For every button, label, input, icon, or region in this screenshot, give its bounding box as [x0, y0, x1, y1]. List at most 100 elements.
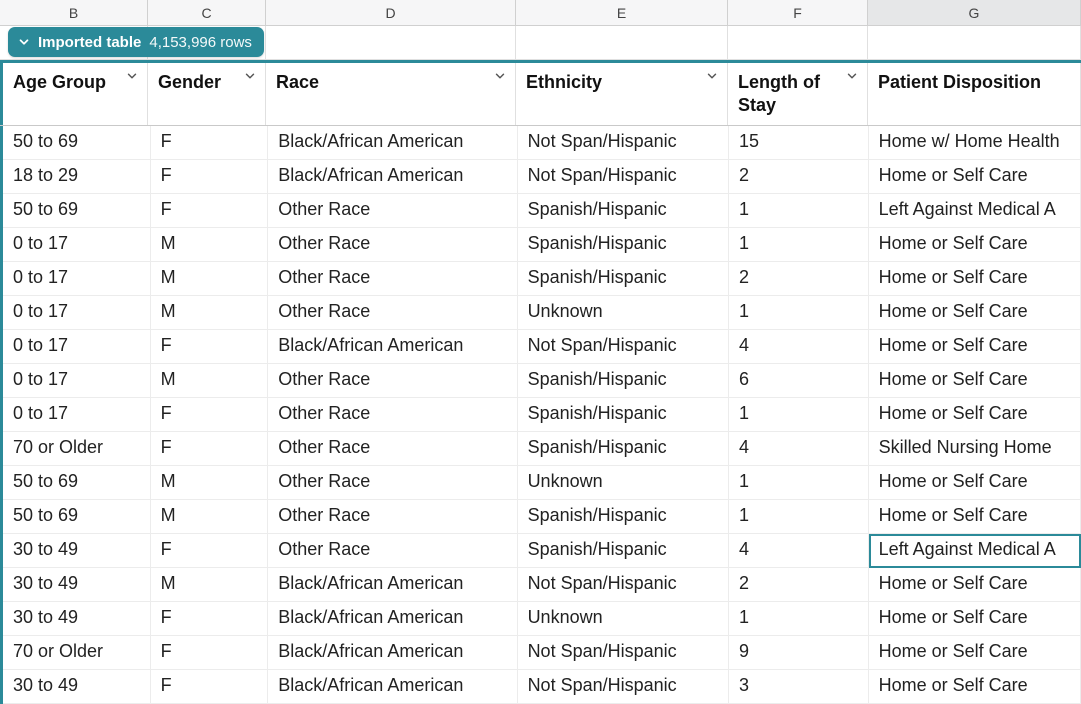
- cell-age_group[interactable]: 0 to 17: [3, 296, 151, 330]
- cell-ethnicity[interactable]: Spanish/Hispanic: [518, 534, 729, 568]
- chevron-down-icon[interactable]: [845, 69, 859, 83]
- cell-age_group[interactable]: 50 to 69: [3, 126, 151, 160]
- cell-los[interactable]: 1: [729, 500, 869, 534]
- cell-ethnicity[interactable]: Spanish/Hispanic: [518, 500, 729, 534]
- chevron-down-icon[interactable]: [493, 69, 507, 83]
- cell-los[interactable]: 4: [729, 330, 869, 364]
- cell-disp[interactable]: Home or Self Care: [869, 330, 1081, 364]
- header-patient-disposition[interactable]: Patient Disposition: [868, 63, 1081, 125]
- cell-age_group[interactable]: 30 to 49: [3, 670, 151, 704]
- cell-ethnicity[interactable]: Not Span/Hispanic: [518, 670, 729, 704]
- cell-gender[interactable]: F: [151, 432, 269, 466]
- cell-race[interactable]: Other Race: [268, 296, 517, 330]
- cell-los[interactable]: 1: [729, 194, 869, 228]
- header-length-of-stay[interactable]: Length of Stay: [728, 63, 868, 125]
- blank-cell[interactable]: [728, 26, 868, 60]
- cell-gender[interactable]: F: [151, 602, 269, 636]
- cell-ethnicity[interactable]: Spanish/Hispanic: [518, 432, 729, 466]
- imported-table-badge[interactable]: Imported table 4,153,996 rows: [8, 27, 264, 57]
- cell-los[interactable]: 1: [729, 228, 869, 262]
- cell-gender[interactable]: F: [151, 330, 269, 364]
- cell-age_group[interactable]: 70 or Older: [3, 636, 151, 670]
- cell-disp[interactable]: Home or Self Care: [869, 602, 1081, 636]
- cell-gender[interactable]: M: [151, 500, 269, 534]
- cell-age_group[interactable]: 50 to 69: [3, 466, 151, 500]
- blank-cell[interactable]: [266, 26, 516, 60]
- cell-gender[interactable]: M: [151, 568, 269, 602]
- column-header-D[interactable]: D: [266, 0, 516, 25]
- cell-race[interactable]: Other Race: [268, 466, 517, 500]
- cell-disp[interactable]: Home or Self Care: [869, 228, 1081, 262]
- column-header-E[interactable]: E: [516, 0, 728, 25]
- cell-disp[interactable]: Home or Self Care: [869, 364, 1081, 398]
- cell-race[interactable]: Other Race: [268, 500, 517, 534]
- header-race[interactable]: Race: [266, 63, 516, 125]
- cell-ethnicity[interactable]: Spanish/Hispanic: [518, 398, 729, 432]
- cell-ethnicity[interactable]: Unknown: [518, 466, 729, 500]
- cell-race[interactable]: Black/African American: [268, 602, 517, 636]
- cell-race[interactable]: Other Race: [268, 194, 517, 228]
- cell-los[interactable]: 6: [729, 364, 869, 398]
- cell-age_group[interactable]: 0 to 17: [3, 228, 151, 262]
- cell-race[interactable]: Black/African American: [268, 670, 517, 704]
- cell-disp[interactable]: Home or Self Care: [869, 296, 1081, 330]
- blank-cell[interactable]: [516, 26, 728, 60]
- cell-age_group[interactable]: 50 to 69: [3, 500, 151, 534]
- cell-gender[interactable]: M: [151, 228, 269, 262]
- cell-race[interactable]: Other Race: [268, 534, 517, 568]
- cell-age_group[interactable]: 0 to 17: [3, 398, 151, 432]
- cell-los[interactable]: 2: [729, 160, 869, 194]
- cell-gender[interactable]: F: [151, 636, 269, 670]
- cell-race[interactable]: Other Race: [268, 364, 517, 398]
- chevron-down-icon[interactable]: [705, 69, 719, 83]
- cell-ethnicity[interactable]: Unknown: [518, 602, 729, 636]
- cell-los[interactable]: 15: [729, 126, 869, 160]
- cell-ethnicity[interactable]: Not Span/Hispanic: [518, 160, 729, 194]
- cell-los[interactable]: 4: [729, 534, 869, 568]
- cell-disp[interactable]: Left Against Medical A: [869, 534, 1081, 568]
- column-header-B[interactable]: B: [0, 0, 148, 25]
- cell-los[interactable]: 1: [729, 466, 869, 500]
- cell-los[interactable]: 2: [729, 568, 869, 602]
- cell-gender[interactable]: F: [151, 194, 269, 228]
- cell-disp[interactable]: Home or Self Care: [869, 568, 1081, 602]
- cell-disp[interactable]: Home or Self Care: [869, 670, 1081, 704]
- cell-gender[interactable]: F: [151, 160, 269, 194]
- cell-ethnicity[interactable]: Not Span/Hispanic: [518, 636, 729, 670]
- cell-gender[interactable]: F: [151, 670, 269, 704]
- cell-disp[interactable]: Home or Self Care: [869, 500, 1081, 534]
- cell-los[interactable]: 2: [729, 262, 869, 296]
- cell-age_group[interactable]: 50 to 69: [3, 194, 151, 228]
- cell-age_group[interactable]: 0 to 17: [3, 364, 151, 398]
- cell-ethnicity[interactable]: Spanish/Hispanic: [518, 262, 729, 296]
- column-header-G[interactable]: G: [868, 0, 1081, 25]
- cell-los[interactable]: 1: [729, 398, 869, 432]
- cell-disp[interactable]: Left Against Medical A: [869, 194, 1081, 228]
- cell-race[interactable]: Black/African American: [268, 126, 517, 160]
- cell-race[interactable]: Black/African American: [268, 636, 517, 670]
- cell-gender[interactable]: F: [151, 126, 269, 160]
- cell-age_group[interactable]: 30 to 49: [3, 568, 151, 602]
- cell-los[interactable]: 3: [729, 670, 869, 704]
- cell-age_group[interactable]: 70 or Older: [3, 432, 151, 466]
- cell-ethnicity[interactable]: Spanish/Hispanic: [518, 194, 729, 228]
- cell-disp[interactable]: Home or Self Care: [869, 262, 1081, 296]
- column-header-C[interactable]: C: [148, 0, 266, 25]
- cell-los[interactable]: 4: [729, 432, 869, 466]
- cell-race[interactable]: Black/African American: [268, 330, 517, 364]
- cell-disp[interactable]: Home or Self Care: [869, 466, 1081, 500]
- cell-disp[interactable]: Skilled Nursing Home: [869, 432, 1081, 466]
- cell-age_group[interactable]: 30 to 49: [3, 602, 151, 636]
- cell-race[interactable]: Other Race: [268, 432, 517, 466]
- header-gender[interactable]: Gender: [148, 63, 266, 125]
- header-ethnicity[interactable]: Ethnicity: [516, 63, 728, 125]
- cell-ethnicity[interactable]: Not Span/Hispanic: [518, 330, 729, 364]
- cell-race[interactable]: Black/African American: [268, 160, 517, 194]
- cell-disp[interactable]: Home w/ Home Health: [869, 126, 1081, 160]
- cell-gender[interactable]: M: [151, 296, 269, 330]
- blank-cell[interactable]: [868, 26, 1081, 60]
- chevron-down-icon[interactable]: [243, 69, 257, 83]
- column-header-F[interactable]: F: [728, 0, 868, 25]
- cell-ethnicity[interactable]: Unknown: [518, 296, 729, 330]
- cell-race[interactable]: Other Race: [268, 228, 517, 262]
